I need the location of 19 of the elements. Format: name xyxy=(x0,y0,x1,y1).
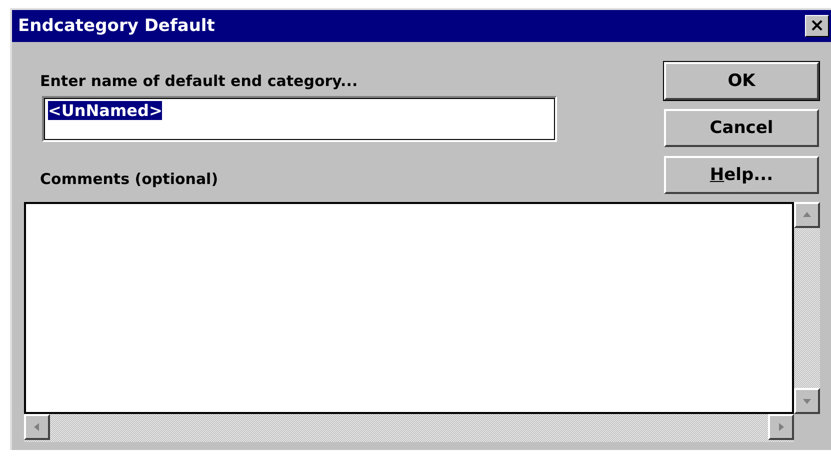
triangle-icon xyxy=(802,396,812,406)
close-button[interactable]: × xyxy=(805,15,829,37)
name-field[interactable]: <UnNamed> xyxy=(42,96,557,142)
dialog-button[interactable]: Cancel xyxy=(664,109,819,147)
scroll-left-button[interactable] xyxy=(24,414,50,440)
triangle-icon xyxy=(802,210,812,220)
scroll-down-button[interactable] xyxy=(794,388,820,414)
comments-field[interactable] xyxy=(24,202,794,414)
dialog-button[interactable]: OK xyxy=(664,62,819,100)
horizontal-scrollbar[interactable] xyxy=(24,414,794,442)
field-label: Enter name of default end category... xyxy=(40,72,359,90)
scroll-up-button[interactable] xyxy=(794,202,820,228)
vertical-scrollbar[interactable] xyxy=(794,202,820,414)
triangle-icon xyxy=(776,422,786,432)
window-title: Endcategory Default xyxy=(18,16,215,36)
triangle-icon xyxy=(32,422,42,432)
dialog-button[interactable]: Help... xyxy=(664,156,819,194)
comments-label: Comments (optional) xyxy=(40,170,220,188)
scroll-right-button[interactable] xyxy=(768,414,794,440)
